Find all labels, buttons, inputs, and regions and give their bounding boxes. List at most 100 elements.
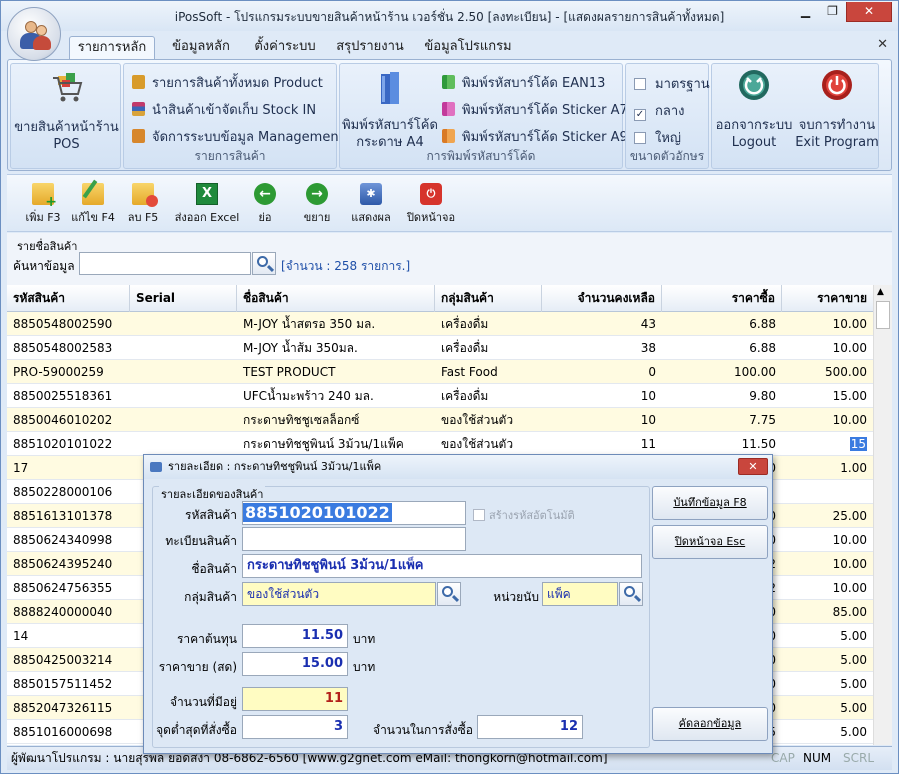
cell-serial (130, 336, 237, 360)
name-input[interactable]: กระดาษทิชชูพินน์ 3ม้วน/1แพ็ค (242, 554, 642, 578)
cell-code: 14 (13, 629, 29, 643)
register-input[interactable] (242, 527, 466, 551)
maximize-button[interactable]: ❐ (819, 2, 846, 22)
font-size-group-label: ขนาดตัวอักษร (629, 149, 705, 163)
cost-input[interactable]: 11.50 (242, 624, 348, 648)
edit-button[interactable]: แก้ไข F4 (69, 179, 117, 226)
cell-code: 8850046010202 (13, 413, 113, 427)
table-row[interactable]: 8850548002590 M-JOY น้ำสตรอ 350 มล. เครื่อ… (7, 312, 873, 336)
app-menu-button[interactable] (7, 7, 61, 61)
col-price[interactable]: ราคาขาย (782, 285, 873, 312)
print-sticker-a7-button[interactable]: พิมพ์รหัสบาร์โค้ด Sticker A7 (442, 99, 628, 120)
table-row[interactable]: PRO-59000259 TEST PRODUCT Fast Food 0 100.00… (7, 360, 873, 384)
display-button[interactable]: ✱ แสดงผล (345, 183, 397, 226)
add-button[interactable]: + เพิ่ม F3 (21, 183, 65, 226)
search-button[interactable] (252, 252, 276, 275)
font-standard-checkbox[interactable]: มาตรฐาน (634, 73, 710, 94)
col-name[interactable]: ชื่อสินค้า (237, 285, 435, 312)
export-excel-button[interactable]: X ส่งออก Excel (171, 183, 243, 226)
tab-settings[interactable]: ตั้งค่าระบบ (245, 36, 325, 60)
cell-serial (130, 432, 237, 456)
code-input[interactable]: 8851020101022 (242, 501, 466, 525)
print-barcode-a4-button[interactable]: พิมพ์รหัสบาร์โค้ด กระดาษ A4 (342, 70, 438, 151)
auto-code-label: สร้างรหัสอัตโนมัติ (489, 509, 575, 522)
group-search-button[interactable] (437, 582, 461, 606)
cell-group: เครื่องดื่ม (441, 317, 489, 331)
minimize-button[interactable]: ▁ (792, 2, 819, 22)
cell-quantity: 43 (640, 317, 656, 331)
col-serial[interactable]: Serial Number (130, 285, 237, 332)
col-quantity[interactable]: จำนวนคงเหลือ (542, 285, 662, 312)
dialog-close-button[interactable]: ✕ (738, 458, 768, 475)
col-cost[interactable]: ราคาซื้อ (662, 285, 782, 312)
col-group[interactable]: กลุ่มสินค้า (435, 285, 542, 312)
price-unit: บาท (353, 660, 376, 674)
cell-price: 10.00 (832, 341, 867, 355)
table-row[interactable]: 8851020101022 กระดาษทิชชูพินน์ 3ม้วน/1แพ็… (7, 432, 873, 456)
group-search-icon (442, 586, 453, 597)
search-input[interactable] (79, 252, 251, 275)
register-label: ทะเบียนสินค้า (165, 534, 237, 548)
table-row[interactable]: 8850025518361 UFCน้ำมะพร้าว 240 มล. เครื่อ… (7, 384, 873, 408)
group-input[interactable]: ของใช้ส่วนตัว (242, 582, 436, 606)
print-a4-label-1: พิมพ์รหัสบาร์โค้ด (342, 118, 438, 133)
cell-price-editing: 15 (782, 432, 873, 456)
delete-button[interactable]: ลบ F5 (123, 183, 163, 226)
cell-price: 10.00 (832, 581, 867, 595)
management-button[interactable]: จัดการระบบข้อมูล Management (132, 126, 344, 147)
barcode-group: พิมพ์รหัสบาร์โค้ด กระดาษ A4 พิมพ์รหัสบาร… (339, 63, 628, 169)
ribbon-close-icon[interactable]: ✕ (877, 37, 888, 52)
unit-input[interactable]: แพ็ค (542, 582, 618, 606)
stock-in-button[interactable]: นำสินค้าเข้าจัดเก็บ Stock IN (132, 99, 316, 120)
session-group: ออกจากระบบ Logout จบการทำงาน Exit Progra… (711, 63, 879, 169)
cell-serial (130, 360, 237, 384)
scroll-up-icon[interactable]: ▲ (877, 287, 884, 297)
min-order-input[interactable]: 3 (242, 715, 348, 739)
vertical-scrollbar[interactable]: ▲ (873, 285, 892, 745)
logout-button[interactable]: ออกจากระบบ Logout (712, 68, 796, 151)
product-list-button[interactable]: รายการสินค้าทั้งหมด Product (132, 72, 323, 93)
tab-program-info[interactable]: ข้อมูลโปรแกรม (415, 36, 521, 60)
min-order-label: จุดต่ำสุดที่สั่งซื้อ (156, 723, 237, 737)
toolbar: + เพิ่ม F3 แก้ไข F4 ลบ F5 X ส่งออก Excel… (7, 174, 892, 232)
quantity-input[interactable]: 11 (242, 687, 348, 711)
close-window-button[interactable]: ✕ (846, 2, 892, 22)
col-code[interactable]: รหัสสินค้า (7, 285, 130, 312)
font-large-box (634, 132, 646, 144)
editing-value[interactable]: 15 (849, 437, 867, 451)
font-medium-checkbox[interactable]: ✓ กลาง (634, 100, 685, 121)
auto-code-checkbox[interactable]: สร้างรหัสอัตโนมัติ (473, 506, 575, 524)
close-screen-button[interactable]: ⏻ ปิดหน้าจอ (405, 183, 457, 226)
tab-reports[interactable]: สรุปรายงาน (329, 36, 411, 60)
expand-button[interactable]: → ขยาย (297, 183, 337, 226)
unit-search-button[interactable] (619, 582, 643, 606)
print-sticker-a9-button[interactable]: พิมพ์รหัสบาร์โค้ด Sticker A9 (442, 126, 628, 147)
price-input[interactable]: 15.00 (242, 652, 348, 676)
window-title: iPosSoft - โปรแกรมระบบขายสินค้าหน้าร้าน … (174, 10, 725, 24)
cell-group: เครื่องดื่ม (441, 341, 489, 355)
collapse-button[interactable]: ← ย่อ (247, 183, 283, 226)
stock-icon (132, 102, 145, 116)
font-large-checkbox[interactable]: ใหญ่ (634, 127, 681, 148)
cell-group: Fast Food (441, 365, 498, 379)
table-row[interactable]: 8850046010202 กระดาษทิชชูเซลล็อกซ์ ของใช้ส… (7, 408, 873, 432)
cell-cost: 7.75 (749, 413, 776, 427)
code-value: 8851020101022 (243, 503, 392, 522)
copy-button[interactable]: คัดลอกข้อมูล (652, 707, 768, 741)
barcode-pink-icon (442, 102, 455, 116)
cell-price (782, 480, 873, 504)
tab-main[interactable]: รายการหลัก (69, 36, 155, 60)
save-button[interactable]: บันทึกข้อมูล F8 (652, 486, 768, 520)
scroll-thumb[interactable] (876, 301, 890, 329)
print-ean13-button[interactable]: พิมพ์รหัสบาร์โค้ด EAN13 (442, 72, 605, 93)
table-row[interactable]: 8850548002583 M-JOY น้ำส้ม 350มล. เครื่องด… (7, 336, 873, 360)
power-icon (822, 70, 852, 100)
exit-program-button[interactable]: จบการทำงาน Exit Program (794, 68, 880, 151)
pos-button[interactable]: ขายสินค้าหน้าร้าน POS (11, 70, 122, 153)
close-dialog-button[interactable]: ปิดหน้าจอ Esc (652, 525, 768, 559)
order-qty-input[interactable]: 12 (477, 715, 583, 739)
tab-master-data[interactable]: ข้อมูลหลัก (161, 36, 241, 60)
checkmark-icon: ✓ (634, 109, 646, 121)
cell-cost: 11.50 (741, 437, 776, 451)
cell-name: UFCน้ำมะพร้าว 240 มล. (243, 389, 374, 403)
